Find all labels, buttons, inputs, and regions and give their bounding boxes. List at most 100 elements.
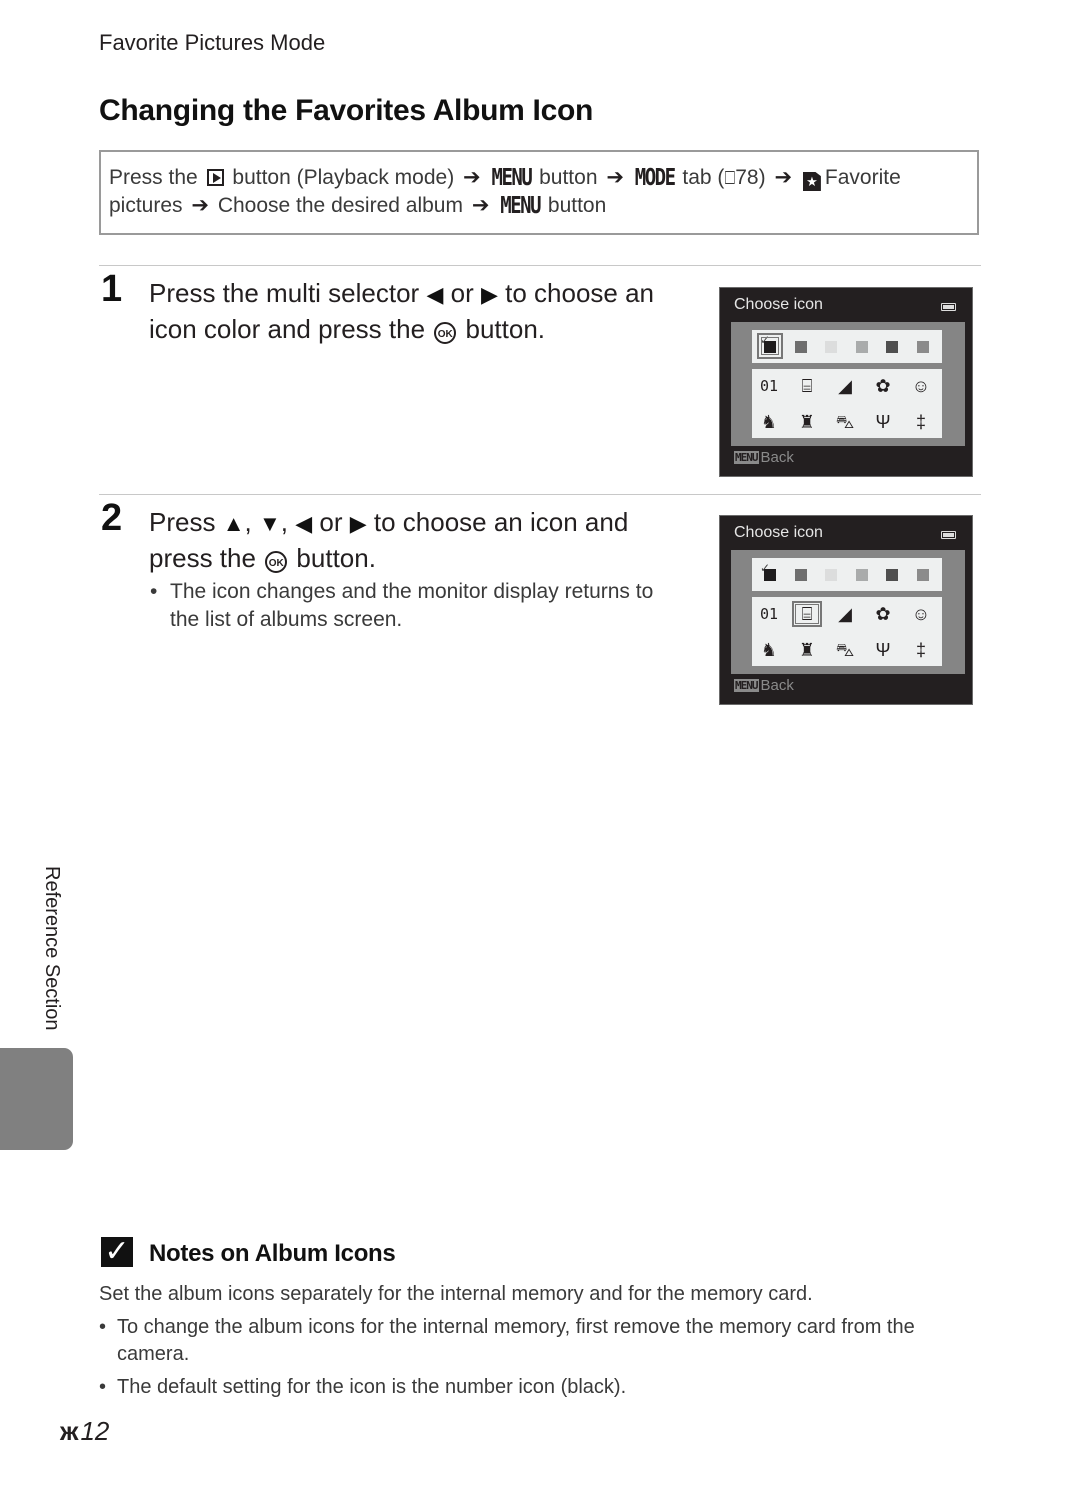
- step-text: Press the multi selector: [149, 278, 420, 308]
- cocktail-icon[interactable]: Ψ: [868, 409, 898, 435]
- battery-icon: [941, 531, 956, 539]
- left-arrow-icon: ◀: [295, 511, 313, 536]
- note-intro: Set the album icons separately for the i…: [99, 1283, 813, 1305]
- arrow-right-icon: ➔: [606, 166, 624, 189]
- ok-button-icon: OK: [265, 551, 288, 573]
- bullet-text: The default setting for the icon is the …: [117, 1376, 627, 1398]
- flower-icon[interactable]: ✿: [868, 373, 898, 399]
- page-number: ж12: [60, 1416, 109, 1447]
- menu-path-box: Press the button (Playback mode) ➔ MENU …: [99, 150, 979, 235]
- arrow-right-icon: ➔: [471, 194, 490, 217]
- divider: [99, 265, 981, 266]
- section-thumb-tab[interactable]: [0, 1048, 73, 1150]
- color-swatch[interactable]: [794, 569, 807, 581]
- number-icon[interactable]: 01: [754, 601, 784, 627]
- camera-screen-choose-icon: Choose icon ✓ 01 ⌸ ◢ ✿ ☺ ♞ ♜ ⛍ Ψ ‡ MENU Back: [719, 515, 973, 705]
- color-swatch[interactable]: [916, 569, 929, 581]
- right-arrow-icon: ▶: [480, 282, 498, 307]
- step-text: icon color and press the: [149, 314, 426, 344]
- screen-title: Choose icon: [734, 296, 823, 313]
- page-number-text: 12: [80, 1416, 110, 1446]
- menu-key-icon: MENU: [500, 192, 541, 220]
- color-swatch[interactable]: [916, 341, 929, 353]
- color-swatch[interactable]: [855, 341, 868, 353]
- back-hint[interactable]: MENU Back: [734, 677, 794, 694]
- bullet-text: The icon changes and the monitor display…: [170, 580, 654, 631]
- cutlery-icon[interactable]: ‡: [906, 409, 936, 435]
- icon-grid: 01 ⌸ ◢ ✿ ☺ ♞ ♜ ⛍ Ψ ‡: [752, 597, 942, 666]
- step-text: or: [450, 278, 474, 308]
- bullet-icon: •: [99, 1316, 107, 1338]
- arrow-right-icon: ➔: [191, 194, 209, 217]
- step-bullet: • The icon changes and the monitor displ…: [150, 578, 680, 634]
- path-text: button (Playback mode): [232, 166, 455, 189]
- color-swatch[interactable]: [886, 341, 898, 353]
- step-text: press the: [149, 543, 256, 573]
- camera-screen-choose-color: Choose icon ✓ 01 ⌸ ◢ ✿ ☺ ♞ ♜ ⛍ Ψ ‡ MENU Back: [719, 287, 973, 477]
- step-text: ,: [244, 507, 252, 537]
- path-text: Choose the desired album: [217, 194, 463, 217]
- color-swatch[interactable]: [855, 569, 868, 581]
- cat-icon[interactable]: ♞: [754, 409, 784, 435]
- flower-icon[interactable]: ✿: [868, 601, 898, 627]
- step-text: to choose an icon and: [373, 507, 629, 537]
- castle-icon[interactable]: ♜: [792, 409, 822, 435]
- suitcase-icon[interactable]: ⌸: [792, 601, 822, 627]
- suitcase-icon[interactable]: ⌸: [792, 373, 822, 399]
- color-swatch[interactable]: [825, 569, 837, 581]
- back-label: Back: [760, 677, 794, 694]
- cat-icon[interactable]: ♞: [754, 637, 784, 663]
- bullet-icon: •: [150, 580, 158, 603]
- book-reference-icon: ⎕: [724, 168, 736, 188]
- favorite-star-icon: ★: [802, 172, 821, 191]
- note-body: Set the album icons separately for the i…: [99, 1281, 959, 1401]
- down-arrow-icon: ▼: [258, 511, 281, 536]
- section-header: Favorite Pictures Mode: [99, 30, 326, 55]
- path-text: button: [539, 166, 598, 189]
- car-icon[interactable]: ⛍: [830, 637, 860, 663]
- arrow-right-icon: ➔: [463, 166, 481, 189]
- color-swatch[interactable]: [794, 341, 807, 353]
- face-icon[interactable]: ☺: [906, 373, 936, 399]
- color-row: ✓: [752, 330, 942, 363]
- menu-key-icon: MENU: [734, 451, 759, 464]
- playback-button-icon: [206, 169, 224, 186]
- selection-cursor: [757, 333, 783, 359]
- screen-title: Choose icon: [734, 524, 823, 541]
- left-arrow-icon: ◀: [426, 282, 444, 307]
- step-number: 1: [101, 268, 123, 310]
- cutlery-icon[interactable]: ‡: [906, 637, 936, 663]
- ok-button-icon: OK: [434, 322, 457, 344]
- face-icon[interactable]: ☺: [906, 601, 936, 627]
- cocktail-icon[interactable]: Ψ: [868, 637, 898, 663]
- back-hint[interactable]: MENU Back: [734, 449, 794, 466]
- step-text: ,: [280, 507, 288, 537]
- mountain-icon[interactable]: ◢: [830, 601, 860, 627]
- step-instruction: Press ▲, ▼, ◀ or ▶ to choose an icon and…: [149, 505, 709, 575]
- divider: [99, 494, 981, 495]
- reference-section-icon: ж: [60, 1416, 79, 1446]
- up-arrow-icon: ▲: [222, 511, 245, 536]
- back-label: Back: [760, 449, 794, 466]
- mountain-icon[interactable]: ◢: [830, 373, 860, 399]
- bullet-icon: •: [99, 1376, 107, 1398]
- page-reference-link[interactable]: 78): [735, 166, 765, 189]
- note-title: Notes on Album Icons: [149, 1240, 396, 1267]
- castle-icon[interactable]: ♜: [792, 637, 822, 663]
- path-text: Favorite: [824, 166, 901, 189]
- number-icon[interactable]: 01: [754, 373, 784, 399]
- side-tab-label: Reference Section: [41, 866, 63, 1031]
- color-swatch[interactable]: [764, 569, 776, 581]
- color-swatch[interactable]: [825, 341, 837, 353]
- color-swatch[interactable]: [886, 569, 898, 581]
- mode-key-icon: MODE: [634, 164, 676, 192]
- icon-panel: ✓ 01 ⌸ ◢ ✿ ☺ ♞ ♜ ⛍ Ψ ‡: [731, 322, 965, 446]
- bullet-text: To change the album icons for the intern…: [117, 1316, 915, 1365]
- note-bullet: • To change the album icons for the inte…: [99, 1314, 959, 1368]
- path-text: tab (: [682, 166, 725, 189]
- battery-icon: [941, 303, 956, 311]
- step-text: to choose an: [505, 278, 655, 308]
- car-icon[interactable]: ⛍: [830, 409, 860, 435]
- icon-grid: 01 ⌸ ◢ ✿ ☺ ♞ ♜ ⛍ Ψ ‡: [752, 369, 942, 438]
- page-title: Changing the Favorites Album Icon: [99, 94, 594, 127]
